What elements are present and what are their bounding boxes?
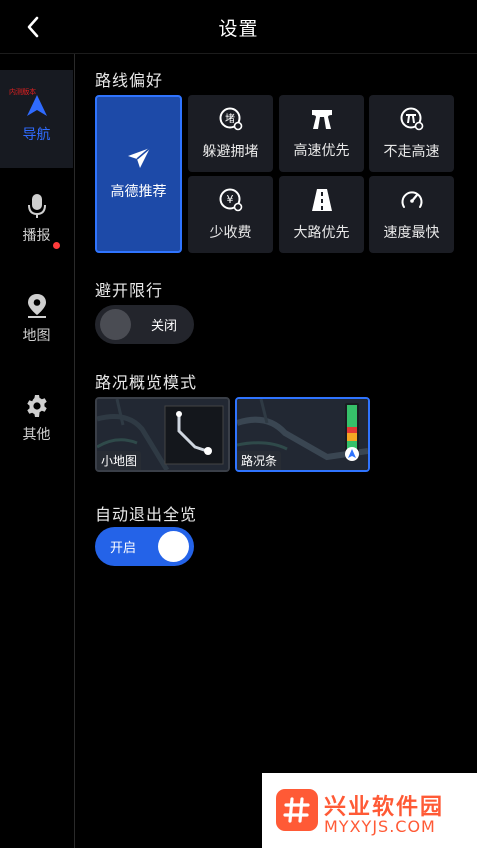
- route-option-label: 大路优先: [293, 224, 350, 241]
- route-option-label: 速度最快: [383, 224, 440, 241]
- watermark: 兴业软件园 MYXYJS.COM: [262, 773, 477, 848]
- paper-plane-icon: [127, 147, 150, 168]
- sidebar-item-navigation[interactable]: 内测版本 导航: [0, 70, 73, 168]
- avoid-congestion-icon: 堵: [219, 107, 242, 130]
- toggle-knob: [100, 309, 131, 340]
- page-title: 设置: [218, 18, 259, 40]
- mode-caption: 路况条: [237, 451, 282, 470]
- route-option-label: 高德推荐: [110, 184, 167, 200]
- avoid-restriction-title: 避开限行: [95, 281, 164, 300]
- sidebar-item-broadcast[interactable]: 播报: [0, 170, 73, 268]
- svg-text:¥: ¥: [226, 193, 233, 206]
- map-pin-icon: [27, 294, 46, 318]
- overview-mode-traffic-bar[interactable]: 路况条: [235, 397, 370, 472]
- route-option-less-toll[interactable]: ¥ 少收费: [188, 176, 273, 253]
- route-option-recommended[interactable]: 高德推荐: [95, 95, 182, 253]
- mode-caption: 小地图: [97, 451, 142, 470]
- route-option-label: 少收费: [209, 224, 252, 241]
- sidebar-item-label: 播报: [22, 228, 51, 244]
- route-option-fastest[interactable]: 速度最快: [369, 176, 454, 253]
- overview-mode-mini-map[interactable]: 小地图: [95, 397, 230, 472]
- highway-icon: [311, 109, 332, 129]
- toggle-label: 开启: [110, 541, 137, 556]
- no-highway-icon: [400, 107, 423, 130]
- sidebar-item-other[interactable]: 其他: [0, 370, 73, 468]
- route-preference-title: 路线偏好: [95, 71, 164, 90]
- route-option-no-highway[interactable]: 不走高速: [369, 95, 454, 172]
- navigation-arrow-icon: [26, 95, 47, 116]
- toggle-knob: [158, 531, 189, 562]
- avoid-restriction-toggle[interactable]: 关闭: [95, 305, 194, 344]
- sidebar-item-label: 地图: [22, 328, 51, 344]
- overview-mode-title: 路况概览模式: [95, 373, 198, 392]
- svg-text:堵: 堵: [225, 112, 235, 125]
- sidebar-item-label: 其他: [22, 427, 51, 443]
- notification-badge: [53, 242, 60, 249]
- auto-exit-toggle[interactable]: 开启: [95, 527, 194, 566]
- sidebar-item-map[interactable]: 地图: [0, 270, 73, 368]
- sidebar-item-label: 导航: [22, 127, 51, 143]
- main-road-icon: [311, 188, 332, 211]
- route-option-highway-first[interactable]: 高速优先: [279, 95, 364, 172]
- speedometer-icon: [401, 190, 422, 208]
- toggle-label: 关闭: [151, 319, 178, 334]
- less-toll-icon: ¥: [219, 188, 242, 211]
- top-bar: 设置: [0, 0, 477, 54]
- microphone-icon: [27, 194, 46, 218]
- watermark-domain: MYXYJS.COM: [324, 817, 436, 836]
- auto-exit-title: 自动退出全览: [95, 505, 198, 524]
- route-option-label: 高速优先: [293, 142, 350, 159]
- watermark-logo-icon: [276, 789, 318, 831]
- route-option-avoid-congestion[interactable]: 堵 躲避拥堵: [188, 95, 273, 172]
- route-option-label: 不走高速: [383, 143, 440, 160]
- route-option-main-road[interactable]: 大路优先: [279, 176, 364, 253]
- beta-tag: 内测版本: [9, 88, 36, 96]
- gear-icon: [26, 395, 47, 417]
- route-option-label: 躲避拥堵: [202, 143, 259, 160]
